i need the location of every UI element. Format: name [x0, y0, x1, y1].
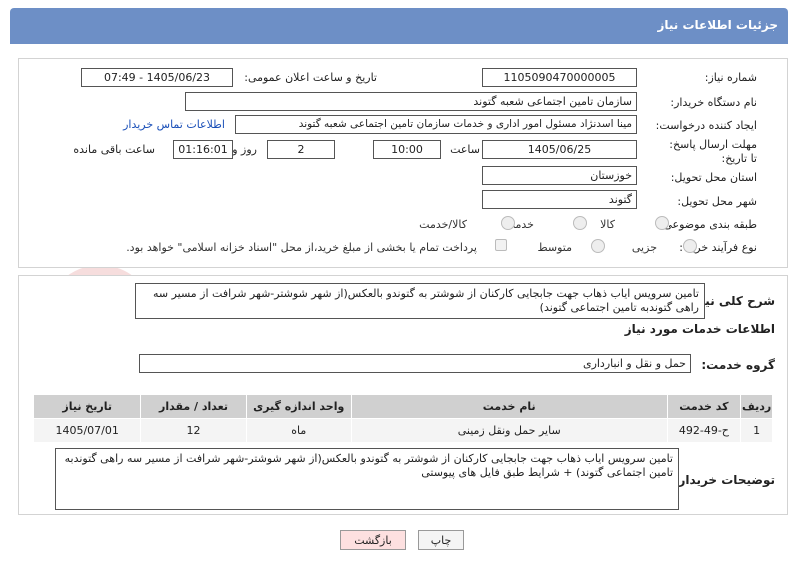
summary-field: تامین سرویس ایاب ذهاب جهت جابجایی کارکنا… — [135, 283, 705, 319]
province-field: خوزستان — [482, 166, 637, 185]
services-heading: اطلاعات خدمات مورد نیاز — [624, 322, 775, 336]
buyer-desc-field: تامین سرویس ایاب ذهاب جهت جابجایی کارکنا… — [55, 448, 679, 510]
col-header-date: تاریخ نیاز — [32, 394, 142, 419]
process-radio-medium[interactable] — [591, 239, 605, 253]
service-group-field: حمل و نقل و انبارداری — [139, 354, 691, 373]
process-radio-minor[interactable] — [683, 239, 697, 253]
buyer-desc-label: توضیحات خریدار: — [673, 473, 775, 487]
cell-date: 1405/07/01 — [32, 418, 142, 443]
col-header-qty: تعداد / مقدار — [140, 394, 247, 419]
category-option-goods: کالا — [600, 218, 615, 231]
category-option-both: کالا/خدمت — [419, 218, 467, 231]
back-button[interactable]: بازگشت — [340, 530, 406, 550]
category-radio-both[interactable] — [501, 216, 515, 230]
creator-label: ایجاد کننده درخواست: — [655, 119, 757, 132]
treasury-checkbox[interactable] — [495, 239, 507, 251]
process-option-medium: متوسط — [537, 241, 572, 254]
deadline-label: مهلت ارسال پاسخ: تا تاریخ: — [669, 138, 757, 165]
process-option-minor: جزیی — [631, 241, 657, 254]
announce-field: 1405/06/23 - 07:49 — [81, 68, 233, 87]
need-info-panel: شماره نیاز: 1105090470000005 تاریخ و ساع… — [18, 58, 788, 268]
days-field: 2 — [267, 140, 335, 159]
remaining-time-field: 01:16:01 — [173, 140, 233, 159]
deadline-time-field[interactable]: 10:00 — [373, 140, 441, 159]
cell-code: ح-49-492 — [666, 418, 742, 443]
deadline-date-field[interactable]: 1405/06/25 — [482, 140, 637, 159]
city-field: گتوند — [482, 190, 637, 209]
payment-note: پرداخت تمام یا بخشی از مبلغ خرید،از محل … — [126, 241, 477, 254]
deadline-time-label: ساعت — [450, 143, 480, 156]
creator-field: مینا اسدنژاد مسئول امور اداری و خدمات سا… — [235, 115, 637, 134]
category-radio-goods[interactable] — [655, 216, 669, 230]
cell-unit: ماه — [245, 418, 352, 443]
cell-qty: 12 — [140, 418, 247, 443]
page-title: جزئیات اطلاعات نیاز — [10, 8, 788, 44]
days-label: روز و — [232, 143, 257, 156]
need-number-label: شماره نیاز: — [704, 71, 757, 84]
print-button[interactable]: چاپ — [418, 530, 464, 550]
service-group-label: گروه خدمت: — [701, 358, 775, 372]
col-header-code: کد خدمت — [666, 394, 742, 419]
buyer-org-field: سازمان تامین اجتماعی شعبه گتوند — [185, 92, 637, 111]
buyer-org-label: نام دستگاه خریدار: — [670, 96, 757, 109]
province-label: استان محل تحویل: — [670, 171, 757, 184]
city-label: شهر محل تحویل: — [677, 195, 757, 208]
announce-label: تاریخ و ساعت اعلان عمومی: — [244, 71, 377, 84]
remaining-label: ساعت باقی مانده — [73, 143, 155, 156]
services-table: ردیف کد خدمت نام خدمت واحد اندازه گیری ت… — [32, 394, 773, 443]
col-header-name: نام خدمت — [350, 394, 668, 419]
cell-name: سایر حمل ونقل زمینی — [350, 418, 668, 443]
table-row: 1 ح-49-492 سایر حمل ونقل زمینی ماه 12 14… — [32, 418, 773, 443]
cell-row: 1 — [740, 418, 773, 443]
need-details-panel: شرح کلی نیاز: تامین سرویس ایاب ذهاب جهت … — [18, 275, 788, 515]
category-radio-service[interactable] — [573, 216, 587, 230]
category-label: طبقه بندی موضوعی: — [659, 218, 757, 231]
col-header-unit: واحد اندازه گیری — [245, 394, 352, 419]
need-number-field: 1105090470000005 — [482, 68, 637, 87]
col-header-row: ردیف — [740, 394, 773, 419]
contact-info-link[interactable]: اطلاعات تماس خریدار — [123, 118, 225, 131]
